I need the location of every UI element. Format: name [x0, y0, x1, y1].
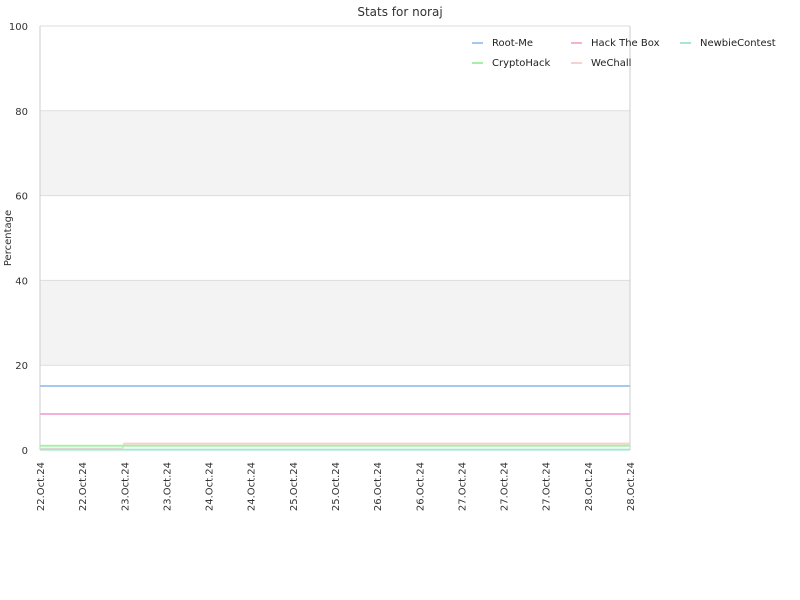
- x-axis-ticks: 22.Oct.24 22.Oct.24 23.Oct.24 23.Oct.24 24.O…: [36, 462, 637, 511]
- plot-bands: [40, 110, 630, 366]
- plot-band: [40, 110, 630, 196]
- legend-label: NewbieContest: [700, 38, 776, 49]
- y-tick-label: 0: [22, 446, 28, 457]
- plot-band: [40, 280, 630, 366]
- y-tick-label: 20: [15, 361, 28, 372]
- x-tick-label: 28.Oct.24: [584, 462, 595, 511]
- x-tick-label: 27.Oct.24: [457, 462, 468, 511]
- legend-label: CryptoHack: [492, 58, 551, 69]
- chart-title: Stats for noraj: [357, 5, 442, 19]
- x-tick-label: 26.Oct.24: [373, 462, 384, 511]
- chart: Stats for noraj 020406080100 22.Oct.24 22…: [3, 5, 776, 511]
- legend: Root-Me Hack The Box NewbieContest CryptoHa…: [472, 38, 776, 69]
- legend-item: Root-Me: [472, 38, 533, 49]
- legend-item: NewbieContest: [680, 38, 776, 49]
- legend-item: CryptoHack: [472, 58, 551, 69]
- x-tick-label: 26.Oct.24: [415, 462, 426, 511]
- y-axis-label: Percentage: [3, 210, 14, 266]
- x-tick-label: 22.Oct.24: [36, 462, 47, 511]
- x-tick-label: 25.Oct.24: [331, 462, 342, 511]
- x-tick-label: 27.Oct.24: [542, 462, 553, 511]
- legend-item: WeChall: [571, 58, 631, 69]
- y-tick-label: 80: [15, 107, 28, 118]
- series-lines: [40, 384, 630, 451]
- x-tick-label: 23.Oct.24: [120, 462, 131, 511]
- y-tick-label: 100: [9, 22, 28, 33]
- x-tick-label: 23.Oct.24: [162, 462, 173, 511]
- x-tick-label: 28.Oct.24: [626, 462, 637, 511]
- x-tick-label: 27.Oct.24: [500, 462, 511, 511]
- x-tick-label: 24.Oct.24: [247, 462, 258, 511]
- y-tick-label: 40: [15, 276, 28, 287]
- legend-label: Hack The Box: [591, 38, 660, 49]
- legend-label: Root-Me: [492, 38, 533, 49]
- x-tick-label: 22.Oct.24: [78, 462, 89, 511]
- y-tick-label: 60: [15, 192, 28, 203]
- x-tick-label: 24.Oct.24: [205, 462, 216, 511]
- x-tick-label: 25.Oct.24: [289, 462, 300, 511]
- legend-label: WeChall: [591, 58, 631, 69]
- legend-item: Hack The Box: [571, 38, 660, 49]
